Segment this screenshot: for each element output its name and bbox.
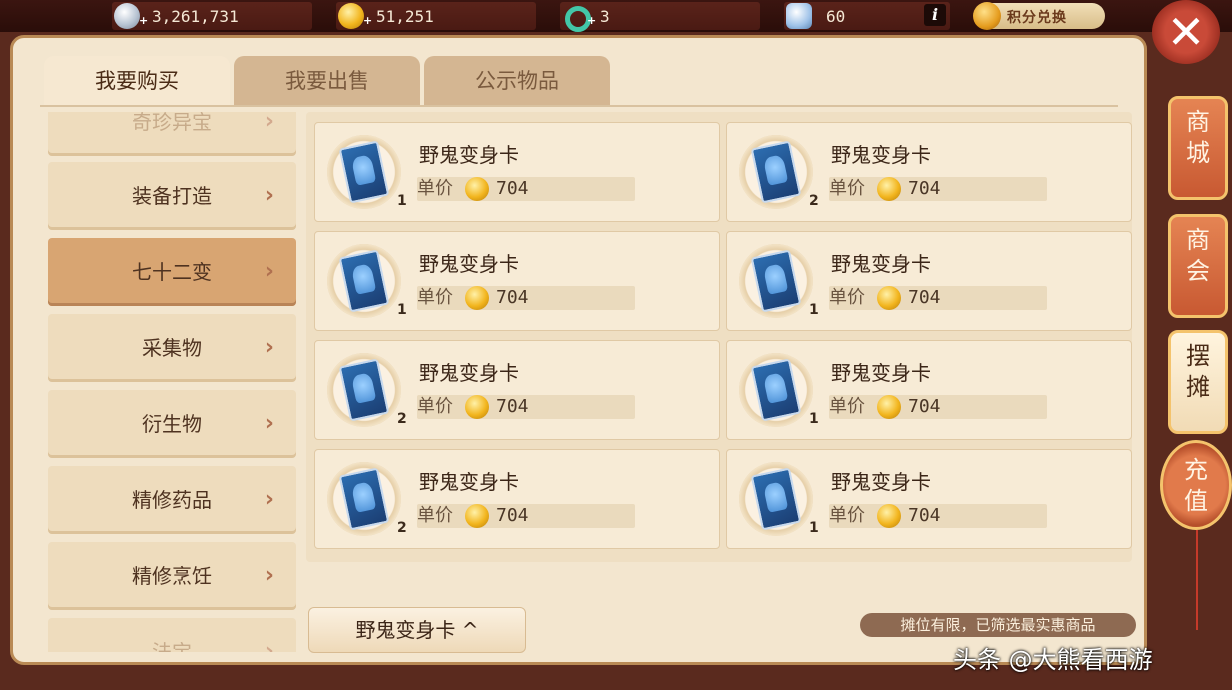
category-item[interactable]: 衍生物 › bbox=[48, 390, 296, 458]
points-exchange-label: 积分兑换 bbox=[1007, 10, 1067, 26]
item-quantity: 1 bbox=[397, 193, 407, 209]
item-card[interactable]: 1 野鬼变身卡 单价 704 bbox=[314, 231, 720, 331]
item-name: 野鬼变身卡 bbox=[419, 252, 519, 276]
silver-amount: 3,261,731 bbox=[152, 7, 239, 26]
close-icon: ✕ bbox=[1166, 5, 1206, 59]
tab-sell[interactable]: 我要出售 bbox=[234, 56, 420, 106]
bag-icon bbox=[786, 3, 812, 29]
item-name: 野鬼变身卡 bbox=[831, 470, 931, 494]
category-item[interactable]: 采集物 › bbox=[48, 314, 296, 382]
chevron-right-icon: › bbox=[264, 563, 274, 588]
decorative-tassel bbox=[1196, 530, 1198, 630]
ring-currency[interactable]: + 3 bbox=[560, 2, 760, 32]
side-tab-stall[interactable]: 摆 摊 bbox=[1168, 330, 1228, 434]
stall-notice: 摊位有限，已筛选最实惠商品 bbox=[860, 613, 1136, 637]
category-item[interactable]: 精修药品 › bbox=[48, 466, 296, 534]
item-card[interactable]: 2 野鬼变身卡 单价 704 bbox=[314, 449, 720, 549]
price-label: 单价 bbox=[417, 505, 453, 526]
price-label: 单价 bbox=[417, 396, 453, 417]
gold-coin-icon bbox=[465, 286, 489, 310]
category-list[interactable]: 奇珍异宝 › 装备打造 › 七十二变 › 采集物 › 衍生物 › 精修药品 › … bbox=[48, 112, 296, 652]
item-card[interactable]: 1 野鬼变身卡 单价 704 bbox=[726, 231, 1132, 331]
watermark: 头条 @大熊看西游 bbox=[953, 646, 1153, 674]
price-label: 单价 bbox=[829, 178, 865, 199]
item-filter-button[interactable]: 野鬼变身卡 ^ bbox=[308, 607, 526, 653]
chevron-right-icon: › bbox=[264, 112, 274, 134]
silver-coin-icon bbox=[114, 3, 140, 29]
item-name: 野鬼变身卡 bbox=[419, 143, 519, 167]
points-exchange-button[interactable]: 积分兑换 bbox=[973, 2, 1105, 30]
item-name: 野鬼变身卡 bbox=[419, 470, 519, 494]
gold-coin-icon bbox=[877, 286, 901, 310]
gold-coin-icon bbox=[877, 177, 901, 201]
side-tab-guild[interactable]: 商 会 bbox=[1168, 214, 1228, 318]
item-price: 704 bbox=[908, 287, 941, 308]
category-item[interactable]: 装备打造 › bbox=[48, 162, 296, 230]
item-quantity: 2 bbox=[397, 411, 407, 427]
gold-coin-icon bbox=[465, 395, 489, 419]
gold-coin-icon bbox=[465, 177, 489, 201]
price-label: 单价 bbox=[829, 396, 865, 417]
item-price: 704 bbox=[908, 178, 941, 199]
chevron-right-icon: › bbox=[264, 639, 274, 652]
item-quantity: 2 bbox=[809, 193, 819, 209]
item-name: 野鬼变身卡 bbox=[831, 361, 931, 385]
category-item[interactable]: 精修烹饪 › bbox=[48, 542, 296, 610]
item-card[interactable]: 1 野鬼变身卡 单价 704 bbox=[726, 340, 1132, 440]
ring-amount: 3 bbox=[600, 7, 610, 26]
item-quantity: 1 bbox=[809, 411, 819, 427]
tab-buy[interactable]: 我要购买 bbox=[44, 56, 230, 106]
bag-amount: 60 bbox=[826, 7, 846, 26]
item-name: 野鬼变身卡 bbox=[419, 361, 519, 385]
item-price: 704 bbox=[496, 505, 529, 526]
item-quantity: 1 bbox=[809, 520, 819, 536]
item-card[interactable]: 1 野鬼变身卡 单价 704 bbox=[314, 122, 720, 222]
price-label: 单价 bbox=[417, 178, 453, 199]
item-quantity: 2 bbox=[397, 520, 407, 536]
chevron-right-icon: › bbox=[264, 411, 274, 436]
money-bag-icon bbox=[973, 2, 1001, 30]
chevron-right-icon: › bbox=[264, 487, 274, 512]
price-label: 单价 bbox=[417, 287, 453, 308]
close-button[interactable]: ✕ bbox=[1152, 0, 1220, 64]
info-button[interactable]: i bbox=[924, 4, 946, 26]
gold-coin-icon bbox=[877, 504, 901, 528]
item-price: 704 bbox=[908, 505, 941, 526]
price-label: 单价 bbox=[829, 287, 865, 308]
chevron-right-icon: › bbox=[264, 183, 274, 208]
item-card[interactable]: 2 野鬼变身卡 单价 704 bbox=[726, 122, 1132, 222]
side-tab-mall[interactable]: 商 城 bbox=[1168, 96, 1228, 200]
gold-coin-icon bbox=[338, 3, 364, 29]
chevron-right-icon: › bbox=[264, 335, 274, 360]
item-price: 704 bbox=[496, 178, 529, 199]
category-item-selected[interactable]: 七十二变 › bbox=[48, 238, 296, 306]
item-price: 704 bbox=[908, 396, 941, 417]
gold-coin-icon bbox=[465, 504, 489, 528]
tab-divider bbox=[40, 105, 1118, 107]
item-name: 野鬼变身卡 bbox=[831, 252, 931, 276]
currency-bar: + 3,261,731 + 51,251 + 3 60 i 积分兑换 bbox=[0, 0, 1232, 32]
item-quantity: 1 bbox=[809, 302, 819, 318]
item-grid: 1 野鬼变身卡 单价 704 2 野鬼变身卡 单价 704 1 野鬼变身卡 单价… bbox=[306, 112, 1132, 562]
gold-coin-icon bbox=[877, 395, 901, 419]
category-item[interactable]: 法宝 › bbox=[48, 618, 296, 652]
price-label: 单价 bbox=[829, 505, 865, 526]
category-item[interactable]: 奇珍异宝 › bbox=[48, 112, 296, 156]
item-name: 野鬼变身卡 bbox=[831, 143, 931, 167]
chevron-right-icon: › bbox=[264, 259, 274, 284]
gold-amount: 51,251 bbox=[376, 7, 434, 26]
item-price: 704 bbox=[496, 287, 529, 308]
gold-currency[interactable]: + 51,251 bbox=[336, 2, 536, 30]
tab-public-items[interactable]: 公示物品 bbox=[424, 56, 610, 106]
item-card[interactable]: 1 野鬼变身卡 单价 704 bbox=[726, 449, 1132, 549]
item-price: 704 bbox=[496, 396, 529, 417]
recharge-button[interactable]: 充 值 bbox=[1160, 440, 1232, 530]
item-quantity: 1 bbox=[397, 302, 407, 318]
silver-currency[interactable]: + 3,261,731 bbox=[112, 2, 312, 30]
item-card[interactable]: 2 野鬼变身卡 单价 704 bbox=[314, 340, 720, 440]
